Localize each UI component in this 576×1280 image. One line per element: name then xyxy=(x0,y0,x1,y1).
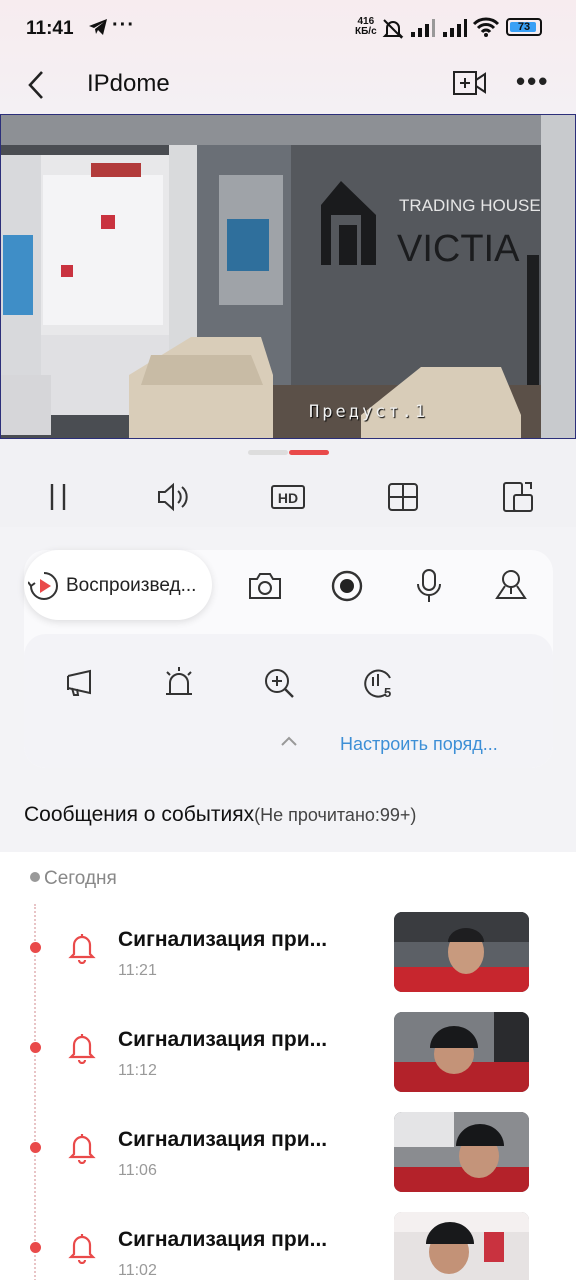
playback-icon xyxy=(27,570,60,607)
more-menu-icon[interactable]: ••• xyxy=(516,66,549,97)
event-thumbnail[interactable] xyxy=(394,1012,529,1092)
add-camera-icon[interactable] xyxy=(452,68,488,103)
alarm-siren-icon[interactable] xyxy=(162,666,196,700)
event-item[interactable]: Сигнализация при... 11:21 xyxy=(0,912,576,992)
event-thumbnail[interactable] xyxy=(394,912,529,992)
alarm-bell-icon xyxy=(68,932,96,969)
event-time: 11:12 xyxy=(118,1062,157,1079)
telegram-icon xyxy=(88,18,108,41)
customize-order-link[interactable]: Настроить поряд... xyxy=(340,734,498,755)
fast-forward-speed-icon[interactable]: 5 xyxy=(362,666,396,700)
multi-view-grid-icon[interactable] xyxy=(385,479,421,515)
event-item[interactable]: Сигнализация при... 11:12 xyxy=(0,1012,576,1092)
playback-label: Воспроизвед... xyxy=(66,575,197,596)
record-icon[interactable] xyxy=(329,568,365,604)
event-time: 11:21 xyxy=(118,962,157,979)
speaker-alarm-icon[interactable] xyxy=(62,666,96,700)
more-notifications-icon: ··· xyxy=(112,14,135,36)
alarm-bell-icon xyxy=(68,1032,96,1069)
preset-osd-label: Предуст.1 xyxy=(309,402,429,422)
mute-bell-icon xyxy=(382,18,404,45)
top-area: 11:41 ··· 416 КБ/с 73 IPdome ••• xyxy=(0,0,576,114)
pause-icon[interactable] xyxy=(40,479,76,515)
hd-quality-icon[interactable]: HD xyxy=(270,479,306,515)
unread-count: (Не прочитано:99+) xyxy=(254,805,417,825)
unread-dot xyxy=(30,942,41,953)
live-video-view[interactable]: TRADING HOUSE VICTIA Предуст.1 xyxy=(0,114,576,439)
more-features-panel: 5 Настроить поряд... xyxy=(24,634,553,768)
zoom-in-icon[interactable] xyxy=(262,666,296,700)
unread-dot xyxy=(30,1042,41,1053)
event-title: Сигнализация при... xyxy=(118,928,328,951)
live-controls-bar: HD xyxy=(0,467,576,527)
volume-icon[interactable] xyxy=(155,479,191,515)
feature-panel: Воспроизвед... 5 Настроить поряд... xyxy=(24,550,553,768)
unread-dot xyxy=(30,1242,41,1253)
snapshot-camera-icon[interactable] xyxy=(247,568,283,604)
battery-level: 73 xyxy=(517,21,531,33)
playback-button[interactable]: Воспроизвед... xyxy=(24,550,212,620)
events-heading-label: Сообщения о событиях xyxy=(24,803,255,826)
collapse-chevron-up-icon[interactable] xyxy=(280,734,298,753)
event-time: 11:06 xyxy=(118,1162,157,1179)
page-title: IPdome xyxy=(87,70,170,97)
alarm-bell-icon xyxy=(68,1232,96,1269)
event-thumbnail[interactable] xyxy=(394,1112,529,1192)
signal-icon-sim1 xyxy=(410,18,436,43)
event-item[interactable]: Сигнализация при... 11:06 xyxy=(0,1112,576,1192)
signal-icon-sim2 xyxy=(442,18,468,43)
event-item[interactable]: Сигнализация при... 11:02 xyxy=(0,1212,576,1280)
svg-text:HD: HD xyxy=(278,490,298,506)
ptz-control-icon[interactable] xyxy=(493,568,529,604)
date-group-header: Сегодня xyxy=(30,868,117,890)
event-time: 11:02 xyxy=(118,1262,157,1279)
svg-text:VICTIA: VICTIA xyxy=(397,228,520,270)
event-title: Сигнализация при... xyxy=(118,1128,328,1151)
network-speed: 416 КБ/с xyxy=(355,17,377,37)
event-thumbnail[interactable] xyxy=(394,1212,529,1280)
alarm-bell-icon xyxy=(68,1132,96,1169)
svg-text:5: 5 xyxy=(384,685,391,700)
app-header: IPdome ••• xyxy=(0,58,576,114)
event-list: Сегодня Сигнализация при... 11:21 Сигнал… xyxy=(0,852,576,1280)
rotate-fullscreen-icon[interactable] xyxy=(500,479,536,515)
microphone-icon[interactable] xyxy=(411,568,447,604)
status-time: 11:41 xyxy=(26,18,74,39)
status-bar: 11:41 ··· 416 КБ/с 73 xyxy=(0,0,576,58)
battery-icon: 73 xyxy=(506,18,542,36)
unread-dot xyxy=(30,1142,41,1153)
page-dot-1 xyxy=(248,450,288,455)
camera-feed-image: TRADING HOUSE VICTIA xyxy=(1,115,575,438)
svg-text:TRADING HOUSE: TRADING HOUSE xyxy=(399,196,541,215)
page-dot-2-active xyxy=(289,450,329,455)
network-speed-unit: КБ/с xyxy=(355,26,377,37)
events-heading: Сообщения о событиях(Не прочитано:99+) xyxy=(24,803,416,827)
page-indicator xyxy=(0,439,576,467)
back-arrow-icon[interactable] xyxy=(22,68,50,107)
event-title: Сигнализация при... xyxy=(118,1228,328,1251)
date-group-label: Сегодня xyxy=(44,868,117,889)
event-title: Сигнализация при... xyxy=(118,1028,328,1051)
wifi-icon xyxy=(472,16,500,43)
